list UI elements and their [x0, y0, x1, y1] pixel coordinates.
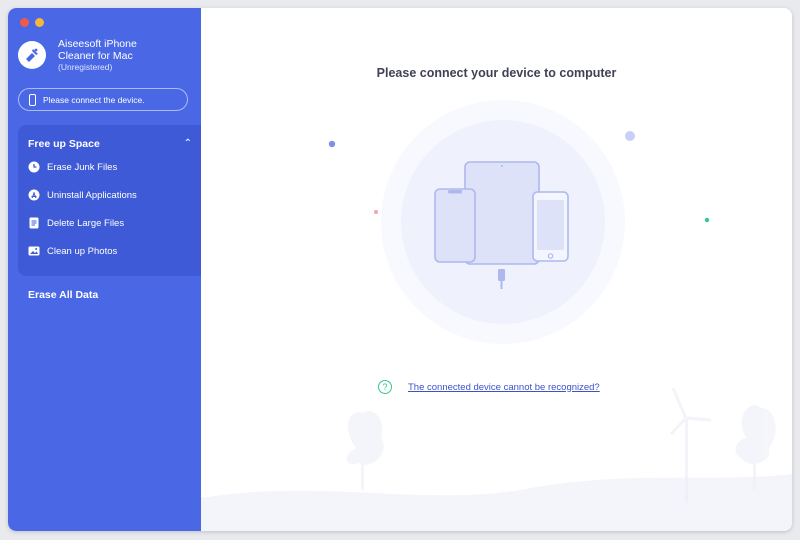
sidebar-item-clean-photos[interactable]: Clean up Photos [28, 242, 117, 260]
sidebar-item-label: Clean up Photos [47, 245, 118, 257]
free-up-space-group: Free up Space ⌃ Erase Junk Files Uninsta… [18, 125, 201, 276]
app-title-line1: Aiseesoft iPhone [58, 38, 137, 50]
app-store-icon [28, 189, 40, 201]
minimize-window-button[interactable] [35, 18, 44, 27]
app-title-line2: Cleaner for Mac [58, 50, 133, 62]
document-icon [28, 217, 40, 229]
sidebar-item-label: Uninstall Applications [47, 189, 137, 201]
page-title: Please connect your device to computer [376, 66, 617, 80]
photo-icon [28, 245, 40, 257]
device-not-recognized-link[interactable]: The connected device cannot be recognize… [408, 382, 600, 393]
app-window: Aiseesoft iPhone Cleaner for Mac (Unregi… [8, 8, 792, 531]
device-status-pill[interactable]: Please connect the device. [18, 88, 188, 111]
chevron-up-icon[interactable]: ⌃ [184, 138, 192, 149]
help-row: ? The connected device cannot be recogni… [378, 380, 600, 394]
sidebar-item-erase-junk[interactable]: Erase Junk Files [28, 158, 117, 176]
main-panel: Please connect your device to computer ?… [201, 8, 792, 531]
sidebar-item-label: Delete Large Files [47, 217, 125, 229]
device-status-label: Please connect the device. [43, 94, 145, 105]
sidebar-item-label: Erase Junk Files [47, 161, 118, 173]
sidebar-item-delete-large[interactable]: Delete Large Files [28, 214, 124, 232]
clock-icon [28, 161, 40, 173]
app-logo-icon [18, 41, 46, 69]
app-title: Aiseesoft iPhone Cleaner for Mac [58, 38, 137, 62]
tree-left-icon [346, 411, 384, 490]
window-controls [20, 18, 44, 27]
question-icon: ? [378, 380, 392, 394]
sidebar: Aiseesoft iPhone Cleaner for Mac (Unregi… [8, 8, 201, 531]
phone-icon [29, 93, 36, 106]
sidebar-item-uninstall[interactable]: Uninstall Applications [28, 186, 137, 204]
registration-status: (Unregistered) [58, 62, 113, 72]
group-title[interactable]: Free up Space [28, 138, 100, 150]
connect-device-illustration [201, 100, 792, 531]
close-window-button[interactable] [20, 18, 29, 27]
sidebar-item-erase-all-data[interactable]: Erase All Data [28, 289, 98, 301]
